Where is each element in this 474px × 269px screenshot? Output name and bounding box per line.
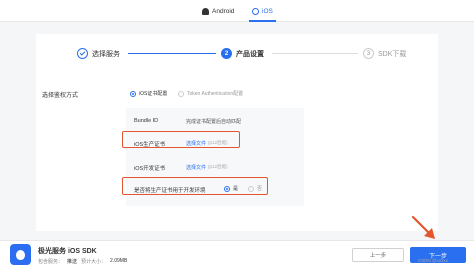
tab-android-label: Android: [212, 7, 235, 15]
check-icon: [77, 48, 88, 59]
radio-token-auth[interactable]: Token Authentication配置: [178, 90, 243, 97]
bundle-id-label: Bundle ID: [134, 118, 159, 124]
android-icon: [202, 7, 209, 15]
sdk-meta: 包含服务： 推送 预计大小： 2.09MB: [38, 258, 127, 265]
settings-card: 选择服务 2 产品设置 3 SDK下载 选择鉴权方式 iOS证书配置 Token…: [36, 34, 438, 231]
tab-ios-label: iOS: [262, 7, 273, 15]
size-label: 预计大小：: [81, 259, 107, 265]
footer-bar: 极光服务 iOS SDK 包含服务： 推送 预计大小： 2.09MB 上一步 下…: [0, 240, 474, 269]
dev-cert-label: iOS开发证书: [134, 166, 166, 172]
radio-label: 否: [257, 186, 263, 192]
step-number: 3: [363, 48, 374, 59]
radio-no[interactable]: 否: [248, 185, 262, 192]
prod-cert-row: iOS生产证书 选择文件 (p12后缀): [122, 131, 304, 154]
bundle-id-row: Bundle ID 完成证书配置后自动匹配: [126, 112, 304, 132]
radio-dot: [130, 90, 136, 97]
sdk-name: 极光服务 iOS SDK: [38, 248, 97, 255]
auth-method-label: 选择鉴权方式: [42, 93, 79, 99]
radio-label: 是: [233, 186, 239, 192]
package-value: 推送: [67, 259, 78, 265]
step-label: 产品设置: [236, 50, 264, 58]
prod-cert-select-file-link[interactable]: 选择文件: [186, 140, 206, 147]
step-label: SDK下载: [378, 50, 407, 58]
step-sdk-download: 3 SDK下载: [363, 48, 406, 59]
dev-env-row: 是否将生产证书用于开发环境 是 否: [122, 177, 304, 200]
bundle-id-value: 完成证书配置后自动匹配: [186, 119, 242, 125]
step-connector: [128, 53, 216, 54]
step-connector: [272, 53, 358, 54]
radio-label: iOS证书配置: [139, 91, 168, 97]
radio-dot: [248, 185, 254, 192]
dev-cert-select-file-link[interactable]: 选择文件: [186, 164, 206, 171]
step-product-settings: 2 产品设置: [221, 48, 264, 59]
prev-step-button[interactable]: 上一步: [352, 248, 404, 262]
radio-dot: [224, 185, 230, 192]
step-label: 选择服务: [92, 50, 120, 58]
tab-ios[interactable]: iOS: [249, 0, 276, 22]
radio-dot: [178, 90, 184, 97]
tab-android[interactable]: Android: [202, 0, 234, 22]
radio-yes[interactable]: 是: [224, 185, 238, 192]
apple-icon: [10, 244, 31, 265]
step-select-service: 选择服务: [77, 48, 120, 59]
platform-tab-bar: Android iOS: [0, 0, 474, 22]
prod-cert-hint: (p12后缀): [208, 140, 228, 145]
dev-cert-row: iOS开发证书 选择文件 (p12后缀): [126, 158, 304, 178]
step-indicator: 选择服务 2 产品设置 3 SDK下载: [36, 48, 438, 64]
apple-icon: [252, 7, 259, 15]
size-value: 2.09MB: [110, 258, 128, 264]
step-number: 2: [221, 48, 232, 59]
prod-cert-label: iOS生产证书: [134, 142, 166, 148]
radio-label: Token Authentication配置: [187, 91, 244, 97]
radio-ios-cert[interactable]: iOS证书配置: [130, 90, 167, 97]
dev-env-label: 是否将生产证书用于开发环境: [134, 188, 206, 194]
cert-config-panel: Bundle ID 完成证书配置后自动匹配 iOS生产证书 选择文件 (p12后…: [122, 108, 304, 206]
package-label: 包含服务：: [38, 259, 64, 265]
watermark: CSDN @xxxxx: [418, 258, 448, 263]
dev-cert-hint: (p12后缀): [208, 164, 228, 169]
